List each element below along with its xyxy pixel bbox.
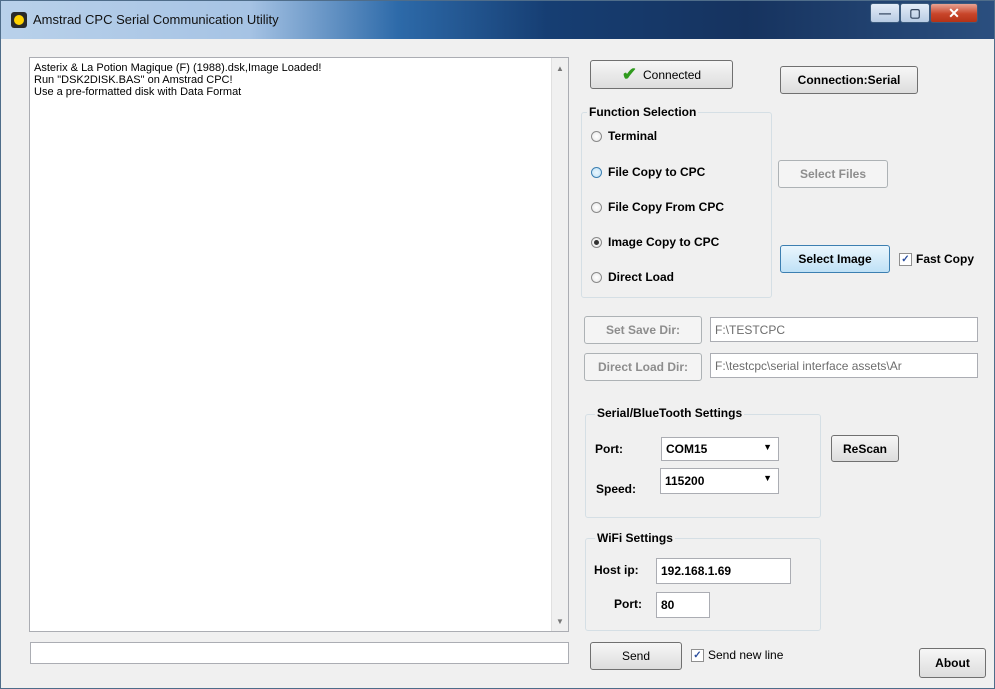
- direct-load-dir-button[interactable]: Direct Load Dir:: [584, 353, 702, 381]
- log-scrollbar[interactable]: ▲ ▼: [551, 58, 568, 631]
- wifi-host-field[interactable]: 192.168.1.69: [656, 558, 791, 584]
- close-button[interactable]: ✕: [930, 3, 978, 23]
- checkmark-icon: ✔: [621, 64, 638, 84]
- radio-file-copy-from-cpc[interactable]: File Copy From CPC: [591, 200, 724, 214]
- select-image-button[interactable]: Select Image: [780, 245, 890, 273]
- rescan-button[interactable]: ReScan: [831, 435, 899, 462]
- radio-terminal-circle[interactable]: [591, 130, 602, 142]
- send-input[interactable]: [30, 642, 569, 664]
- wifi-settings-title: WiFi Settings: [595, 531, 675, 545]
- radio-direct-load-circle[interactable]: [591, 271, 602, 283]
- serial-speed-select[interactable]: 115200 ▼: [660, 468, 779, 494]
- title-bar[interactable]: Amstrad CPC Serial Communication Utility…: [1, 1, 994, 39]
- serial-settings-group: [585, 414, 821, 518]
- fast-copy-label: Fast Copy: [916, 252, 975, 266]
- serial-port-label: Port:: [595, 442, 623, 456]
- chevron-down-icon: ▼: [763, 442, 772, 452]
- app-window: Amstrad CPC Serial Communication Utility…: [0, 0, 995, 689]
- close-icon: ✕: [948, 4, 960, 21]
- radio-file-copy-from-cpc-label: File Copy From CPC: [608, 200, 725, 214]
- save-dir-field[interactable]: F:\TESTCPC: [710, 317, 978, 342]
- serial-speed-label: Speed:: [596, 482, 637, 496]
- wifi-port-label: Port:: [614, 597, 642, 611]
- serial-speed-value: 115200: [665, 474, 705, 488]
- radio-direct-load[interactable]: Direct Load: [591, 270, 674, 284]
- scroll-down-icon[interactable]: ▼: [552, 613, 568, 629]
- send-new-line-checkbox[interactable]: ✓ Send new line: [691, 648, 783, 662]
- chevron-down-icon: ▼: [763, 473, 772, 483]
- function-selection-title: Function Selection: [587, 105, 699, 119]
- radio-image-copy-to-cpc-label: Image Copy to CPC: [608, 235, 720, 249]
- wifi-host-label: Host ip:: [594, 563, 639, 577]
- fast-copy-check-icon[interactable]: ✓: [899, 252, 912, 266]
- log-line-3: Use a pre-formatted disk with Data Forma…: [34, 86, 242, 98]
- fast-copy-checkbox[interactable]: ✓ Fast Copy: [899, 252, 974, 266]
- connection-serial-button[interactable]: Connection:Serial: [780, 66, 918, 94]
- send-new-line-check-icon[interactable]: ✓: [691, 648, 704, 662]
- maximize-button[interactable]: ▢: [900, 3, 930, 23]
- serial-port-select[interactable]: COM15 ▼: [661, 437, 779, 461]
- scroll-up-icon[interactable]: ▲: [552, 60, 568, 76]
- send-button[interactable]: Send: [590, 642, 682, 670]
- serial-port-value: COM15: [666, 442, 708, 456]
- radio-terminal-label: Terminal: [608, 129, 658, 143]
- about-button[interactable]: About: [919, 648, 986, 678]
- window-title: Amstrad CPC Serial Communication Utility: [33, 12, 279, 27]
- radio-file-copy-to-cpc[interactable]: File Copy to CPC: [591, 165, 705, 179]
- radio-file-copy-to-cpc-label: File Copy to CPC: [608, 165, 706, 179]
- connected-label: Connected: [643, 67, 702, 82]
- app-icon: [11, 12, 27, 28]
- radio-image-copy-to-cpc[interactable]: Image Copy to CPC: [591, 235, 719, 249]
- log-line-1: Asterix & La Potion Magique (F) (1988).d…: [34, 62, 322, 74]
- radio-terminal[interactable]: Terminal: [591, 129, 657, 143]
- set-save-dir-button[interactable]: Set Save Dir:: [584, 316, 702, 344]
- radio-file-copy-to-cpc-circle[interactable]: [591, 166, 602, 178]
- wifi-port-field[interactable]: 80: [656, 592, 710, 618]
- log-textarea[interactable]: Asterix & La Potion Magique (F) (1988).d…: [29, 57, 569, 632]
- radio-direct-load-label: Direct Load: [608, 270, 675, 284]
- send-new-line-label: Send new line: [708, 648, 784, 662]
- direct-load-dir-field[interactable]: F:\testcpc\serial interface assets\Ar: [710, 353, 978, 378]
- minimize-button[interactable]: —: [870, 3, 900, 23]
- connected-button[interactable]: ✔ Connected: [590, 60, 733, 89]
- select-files-button[interactable]: Select Files: [778, 160, 888, 188]
- radio-image-copy-to-cpc-circle[interactable]: [591, 236, 602, 248]
- serial-settings-title: Serial/BlueTooth Settings: [595, 406, 745, 420]
- log-line-2: Run "DSK2DISK.BAS" on Amstrad CPC!: [34, 74, 233, 86]
- maximize-icon: ▢: [909, 6, 921, 20]
- radio-file-copy-from-cpc-circle[interactable]: [591, 201, 602, 213]
- minimize-icon: —: [879, 6, 891, 20]
